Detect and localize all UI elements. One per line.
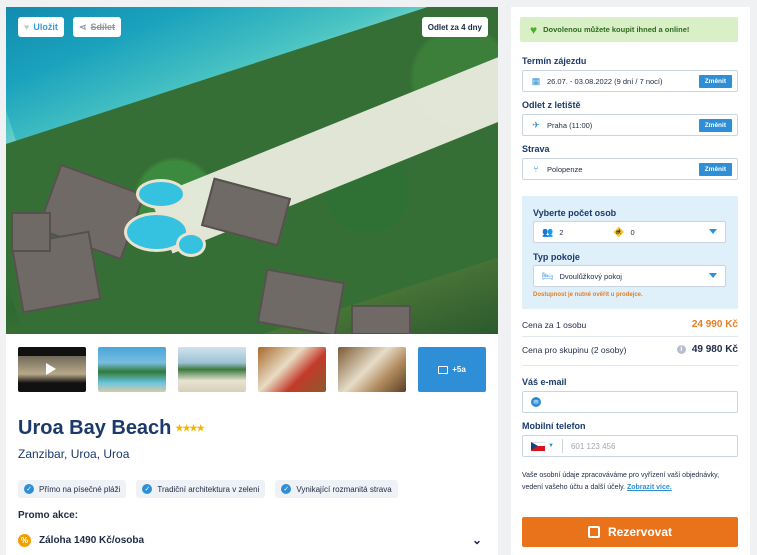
chevron-down-icon[interactable]: ▼ <box>548 443 554 449</box>
check-icon: ✓ <box>142 484 153 494</box>
feature-label: Tradiční architektura v zeleni <box>157 484 260 494</box>
chevron-down-icon <box>709 229 717 234</box>
change-departure-button[interactable]: Změnit <box>698 119 732 132</box>
check-icon: ✓ <box>281 484 292 494</box>
thumbnail-strip: +5a <box>18 347 486 392</box>
feature-label: Přímo na písečné pláži <box>39 484 121 494</box>
calendar-icon <box>587 526 600 538</box>
phone-placeholder: 601 123 456 <box>570 441 616 451</box>
online-purchase-notice: ♥ Dovolenou můžete koupit ihned a online… <box>520 17 738 42</box>
heart-icon: ♥ <box>530 22 538 37</box>
share-label: Sdílet <box>90 22 116 32</box>
gdpr-text: Vaše osobní údaje zpracováváme pro vyříz… <box>522 472 720 491</box>
children-value: 0 <box>630 227 635 237</box>
info-icon[interactable]: i <box>676 345 686 354</box>
email-field[interactable]: ✉ <box>522 391 738 413</box>
notice-text: Dovolenou můžete koupit ihned a online! <box>543 25 690 34</box>
gallery-icon <box>438 365 449 374</box>
board-label: Strava <box>522 144 550 154</box>
thumbnail-image[interactable] <box>98 347 166 392</box>
departure-label: Odlet z letiště <box>522 100 581 110</box>
thumbnail-image[interactable] <box>338 347 406 392</box>
persons-select[interactable]: 👥 2 🚸 0 <box>533 221 726 243</box>
date-field[interactable]: ▦ 26.07. - 03.08.2022 (9 dní / 7 nocí) Z… <box>522 70 738 92</box>
save-label: Uložit <box>33 22 58 32</box>
room-select[interactable]: 🛏 Dvoulůžkový pokoj <box>533 265 726 287</box>
persons-label: Vyberte počet osob <box>533 208 617 218</box>
divider <box>522 336 738 337</box>
email-icon: ✉ <box>531 397 541 407</box>
date-label: Termín zájezdu <box>522 56 587 66</box>
divider <box>561 439 563 453</box>
price-group-row: Cena pro skupinu (2 osoby) i 49 980 Kč <box>522 344 738 355</box>
thumbnail-image[interactable] <box>178 347 246 392</box>
heart-icon: ♥ <box>24 22 30 32</box>
star-rating: ★★★★ <box>175 423 204 433</box>
czech-flag-icon[interactable] <box>531 441 545 451</box>
price-group-wrap: i 49 980 Kč <box>676 344 738 355</box>
child-icon: 🚸 <box>613 226 625 237</box>
reserve-label: Rezervovat <box>607 525 673 539</box>
departure-tag: Odlet za 4 dny <box>421 17 488 37</box>
hotel-detail-panel: ♥ Uložit ⋖ Sdílet Odlet za 4 dny +5a Uro… <box>6 7 498 555</box>
board-value: Polopenze <box>547 164 583 174</box>
calendar-icon: ▦ <box>531 75 541 86</box>
date-value: 26.07. - 03.08.2022 (9 dní / 7 nocí) <box>547 76 663 86</box>
more-photos-label: +5a <box>452 365 466 374</box>
gdpr-notice: Vaše osobní údaje zpracováváme pro vyříz… <box>522 470 732 494</box>
departure-value: Praha (11:00) <box>547 120 593 130</box>
feature-badge: ✓ Vynikající rozmanitá strava <box>275 480 398 498</box>
hero-image[interactable]: ♥ Uložit ⋖ Sdílet Odlet za 4 dny <box>6 7 498 334</box>
phone-label: Mobilní telefon <box>522 421 586 431</box>
hotel-name: Uroa Bay Beach <box>18 417 172 439</box>
promo-text: Záloha 1490 Kč/osoba <box>39 534 145 546</box>
percent-icon: % <box>18 533 31 547</box>
share-button[interactable]: ⋖ Sdílet <box>73 17 122 37</box>
change-date-button[interactable]: Změnit <box>698 75 732 88</box>
price-group-value: 49 980 Kč <box>691 344 738 355</box>
feature-badge: ✓ Tradiční architektura v zeleni <box>136 480 266 498</box>
hero-pool <box>176 232 206 257</box>
feature-list: ✓ Přímo na písečné pláži ✓ Tradiční arch… <box>18 480 398 498</box>
save-button[interactable]: ♥ Uložit <box>18 17 64 37</box>
thumbnail-video[interactable] <box>18 347 86 392</box>
price-per-person-label: Cena za 1 osobu <box>522 319 587 330</box>
room-value: Dvoulůžkový pokoj <box>559 271 622 281</box>
price-group-label: Cena pro skupinu (2 osoby) <box>522 344 627 355</box>
feature-label: Vynikající rozmanitá strava <box>296 484 392 494</box>
promo-heading: Promo akce: <box>18 510 79 521</box>
hotel-location[interactable]: Zanzibar, Uroa, Uroa <box>18 447 129 461</box>
plane-icon: ✈ <box>532 119 540 130</box>
email-label: Váš e-mail <box>522 377 567 387</box>
price-per-person-value: 24 990 Kč <box>691 319 738 330</box>
hero-roof <box>351 305 411 334</box>
price-per-person-row: Cena za 1 osobu 24 990 Kč <box>522 319 738 330</box>
check-icon: ✓ <box>24 484 34 494</box>
departure-field[interactable]: ✈ Praha (11:00) Změnit <box>522 114 738 136</box>
bed-icon: 🛏 <box>542 270 554 281</box>
hero-roof <box>11 212 51 252</box>
availability-note: Dostupnost je nutné ověřit u prodejce. <box>533 292 643 298</box>
promo-item[interactable]: % Záloha 1490 Kč/osoba ⌄ <box>18 525 488 555</box>
gdpr-more-link[interactable]: Zobrazit více. <box>627 484 672 491</box>
thumbnail-image[interactable] <box>258 347 326 392</box>
chevron-down-icon <box>709 273 717 278</box>
phone-field[interactable]: ▼ 601 123 456 <box>522 435 738 457</box>
divider <box>522 365 738 366</box>
play-icon <box>46 363 56 375</box>
change-board-button[interactable]: Změnit <box>698 163 732 176</box>
adults-value: 2 <box>559 227 564 237</box>
hotel-title: Uroa Bay Beach ★★★★ <box>18 417 205 440</box>
more-photos-button[interactable]: +5a <box>418 347 486 392</box>
reserve-button[interactable]: Rezervovat <box>522 517 738 547</box>
share-icon: ⋖ <box>79 21 87 32</box>
booking-panel: ♥ Dovolenou můžete koupit ihned a online… <box>511 7 750 555</box>
chevron-down-icon[interactable]: ⌄ <box>472 533 482 547</box>
adults-icon: 👥 <box>542 226 554 237</box>
hero-pool <box>136 179 186 209</box>
board-field[interactable]: ⑂ Polopenze Změnit <box>522 158 738 180</box>
food-icon: ⑂ <box>533 164 539 174</box>
room-label: Typ pokoje <box>533 252 580 262</box>
feature-badge: ✓ Přímo na písečné pláži <box>18 480 127 498</box>
